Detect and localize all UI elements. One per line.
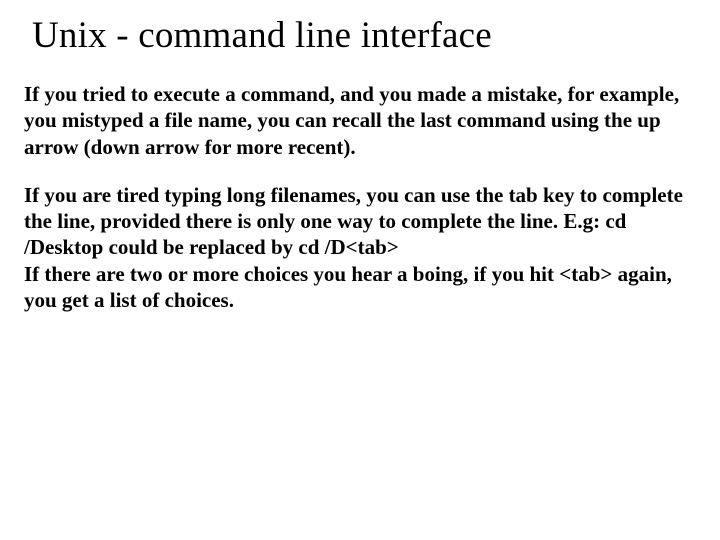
paragraph-recall: If you tried to execute a command, and y… xyxy=(24,81,696,160)
paragraph-tab-complete: If you are tired typing long filenames, … xyxy=(24,182,696,313)
page-title: Unix - command line interface xyxy=(32,14,696,57)
